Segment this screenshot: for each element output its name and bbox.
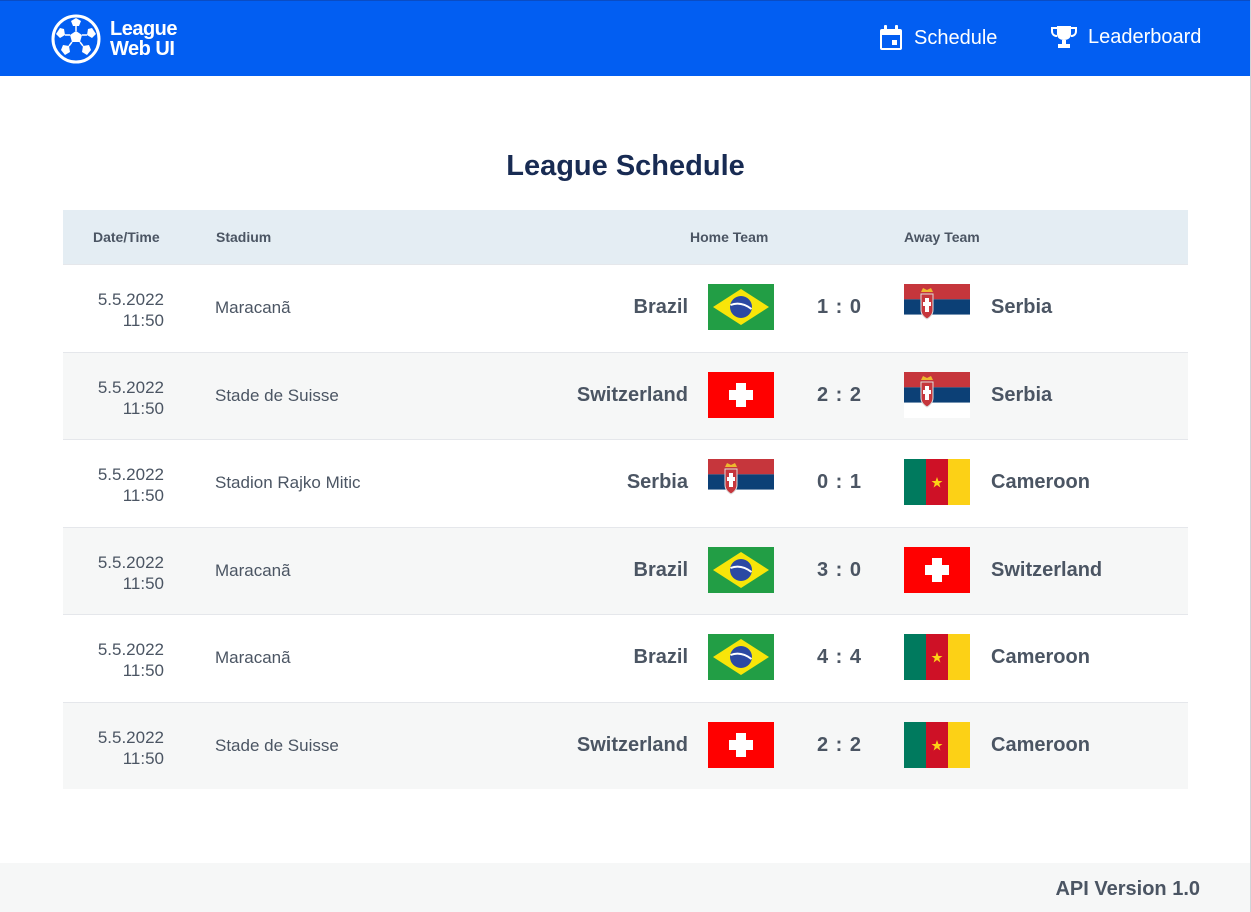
match-date: 5.5.2022	[97, 640, 164, 659]
match-date: 5.5.2022	[97, 290, 164, 309]
logo-text: League Web UI	[110, 18, 178, 60]
home-team-name: Switzerland	[576, 733, 688, 756]
away-team-name: Serbia	[991, 296, 1053, 318]
away-team-name: Serbia	[991, 383, 1053, 406]
schedule-table: Date/Time Stadium Home Team Away Team 5.…	[63, 210, 1188, 789]
stadium-name: Stade de Suisse	[215, 385, 339, 405]
table-row[interactable]: 5.5.2022 11:50 Stade de Suisse Switzerland 2…	[63, 701, 1188, 789]
match-score: 2 : 2	[816, 383, 863, 406]
stadium-name: Stade de Suisse	[215, 735, 339, 755]
logo[interactable]: League Web UI	[51, 14, 178, 64]
match-time: 11:50	[122, 661, 164, 680]
away-team-name: Cameroon	[991, 733, 1090, 756]
column-header-stadium: Stadium	[216, 229, 272, 245]
table-row[interactable]: 5.5.2022 11:50 Stade de Suisse Switzerland 2…	[63, 351, 1188, 439]
stadium-name: Stadion Rajko Mitic	[215, 473, 361, 492]
match-score: 0 : 1	[816, 471, 863, 493]
nav-schedule[interactable]: Schedule	[879, 25, 997, 51]
footer: API Version 1.0	[0, 863, 1251, 912]
match-time: 11:50	[122, 398, 164, 418]
home-team-name: Brazil	[633, 558, 688, 581]
match-datetime: 5.5.2022 11:50	[98, 552, 164, 594]
table-row[interactable]: 5.5.2022 11:50 Stadion Rajko Mitic Serbia 0 …	[63, 439, 1188, 527]
match-score: 2 : 2	[816, 733, 863, 756]
table-body: 5.5.2022 11:50 Maracanã Brazil 1 : 0 Serbia 5.…	[63, 264, 1188, 789]
switzerland-flag	[904, 546, 970, 593]
match-datetime: 5.5.2022 11:50	[98, 377, 164, 419]
match-date: 5.5.2022	[97, 377, 164, 397]
home-team-name: Serbia	[626, 471, 688, 493]
away-team-name: Cameroon	[991, 471, 1090, 493]
stadium-name: Maracanã	[215, 298, 291, 317]
serbia-flag	[708, 459, 774, 505]
match-date: 5.5.2022	[97, 552, 164, 572]
home-team-name: Brazil	[633, 646, 688, 668]
match-time: 11:50	[122, 573, 164, 593]
logo-line1: League	[110, 18, 178, 40]
match-date: 5.5.2022	[97, 465, 164, 484]
match-score: 3 : 0	[816, 558, 863, 581]
column-header-datetime: Date/Time	[93, 229, 160, 245]
nav-leaderboard[interactable]: Leaderboard	[1051, 25, 1201, 49]
stadium-name: Maracanã	[215, 560, 291, 580]
api-version: API Version 1.0	[1055, 878, 1200, 900]
serbia-flag	[904, 371, 970, 418]
table-header: Date/Time Stadium Home Team Away Team	[63, 210, 1188, 264]
brazil-flag	[708, 284, 774, 330]
column-header-home-team: Home Team	[690, 229, 769, 245]
brazil-flag	[708, 546, 774, 593]
soccer-ball-icon	[51, 14, 101, 64]
cameroon-flag	[904, 721, 970, 768]
cameroon-flag	[904, 634, 970, 680]
page-title: League Schedule	[506, 150, 745, 182]
serbia-flag	[904, 284, 970, 330]
match-datetime: 5.5.2022 11:50	[98, 727, 164, 769]
stadium-name: Maracanã	[215, 648, 291, 667]
match-datetime: 5.5.2022 11:50	[98, 464, 164, 506]
match-datetime: 5.5.2022 11:50	[98, 289, 164, 331]
cameroon-flag	[904, 459, 970, 505]
match-time: 11:50	[122, 486, 164, 505]
home-team-name: Switzerland	[576, 383, 688, 406]
match-date: 5.5.2022	[97, 727, 164, 747]
match-score: 1 : 0	[816, 296, 863, 318]
nav-leaderboard-label: Leaderboard	[1088, 25, 1202, 48]
switzerland-flag	[708, 371, 774, 418]
switzerland-flag	[708, 721, 774, 768]
brazil-flag	[708, 634, 774, 680]
away-team-name: Cameroon	[991, 646, 1090, 668]
match-datetime: 5.5.2022 11:50	[98, 639, 164, 681]
calendar-icon	[880, 25, 902, 50]
logo-line2: Web UI	[110, 38, 175, 60]
top-nav-bar: League Web UI Schedule Leaderboard	[0, 0, 1251, 76]
match-time: 11:50	[122, 748, 164, 768]
trophy-icon	[1051, 26, 1077, 48]
table-row[interactable]: 5.5.2022 11:50 Maracanã Brazil 3 : 0 Switzerl…	[63, 526, 1188, 614]
away-team-name: Switzerland	[991, 558, 1103, 581]
match-time: 11:50	[122, 311, 164, 330]
table-row[interactable]: 5.5.2022 11:50 Maracanã Brazil 4 : 4 Cameroon	[63, 614, 1188, 702]
match-score: 4 : 4	[816, 646, 863, 668]
nav-schedule-label: Schedule	[914, 26, 998, 49]
table-row[interactable]: 5.5.2022 11:50 Maracanã Brazil 1 : 0 Serbia	[63, 264, 1188, 352]
home-team-name: Brazil	[633, 296, 688, 318]
column-header-away-team: Away Team	[904, 229, 980, 245]
